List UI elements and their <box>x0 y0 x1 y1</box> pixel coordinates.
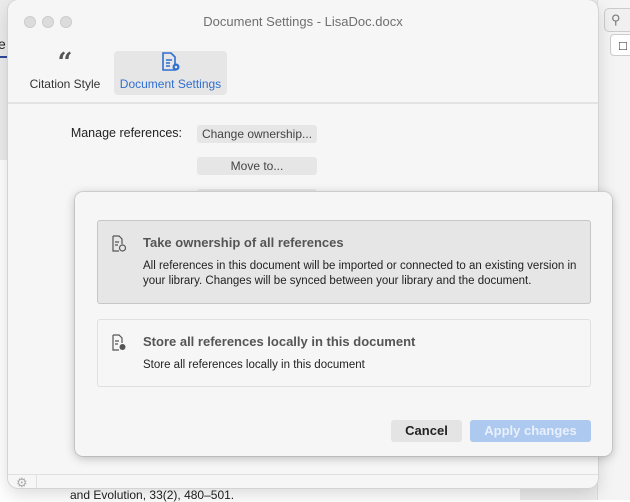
tab-label: Citation Style <box>29 77 101 91</box>
bottom-bar: ⚙ <box>8 474 598 488</box>
option-description: Store all references locally in this doc… <box>143 359 365 371</box>
manage-references-label: Manage references: <box>70 126 182 140</box>
comment-icon[interactable]: □ <box>610 34 630 56</box>
tab-citation-style[interactable]: “ Citation Style <box>22 48 108 95</box>
quote-icon: “ <box>57 48 73 78</box>
window-title: Document Settings - LisaDoc.docx <box>203 14 403 29</box>
change-ownership-dialog: Take ownership of all references All ref… <box>75 192 612 456</box>
tab-document-settings[interactable]: Document Settings <box>114 51 227 95</box>
document-sync-icon <box>112 235 127 252</box>
tab-label: Document Settings <box>119 77 222 91</box>
apply-changes-button[interactable]: Apply changes <box>470 420 591 442</box>
option-description: All references in this document will be … <box>143 260 577 287</box>
background-tab-fragment: e <box>0 36 6 52</box>
option-title: Store all references locally in this doc… <box>143 334 416 349</box>
document-gear-icon <box>161 52 179 71</box>
search-icon[interactable]: ⚲ <box>604 8 630 32</box>
option-store-locally[interactable]: Store all references locally in this doc… <box>97 319 591 387</box>
document-dot-icon <box>112 334 126 351</box>
change-ownership-button[interactable]: Change ownership... <box>197 125 317 143</box>
gear-icon[interactable]: ⚙ <box>16 476 28 488</box>
toolbar-divider <box>8 102 598 104</box>
bottom-divider <box>36 475 37 488</box>
cancel-button[interactable]: Cancel <box>391 420 462 442</box>
background-tab-underline <box>0 56 7 58</box>
option-title: Take ownership of all references <box>143 235 344 250</box>
option-take-ownership[interactable]: Take ownership of all references All ref… <box>97 220 591 304</box>
move-to-button[interactable]: Move to... <box>197 157 317 175</box>
